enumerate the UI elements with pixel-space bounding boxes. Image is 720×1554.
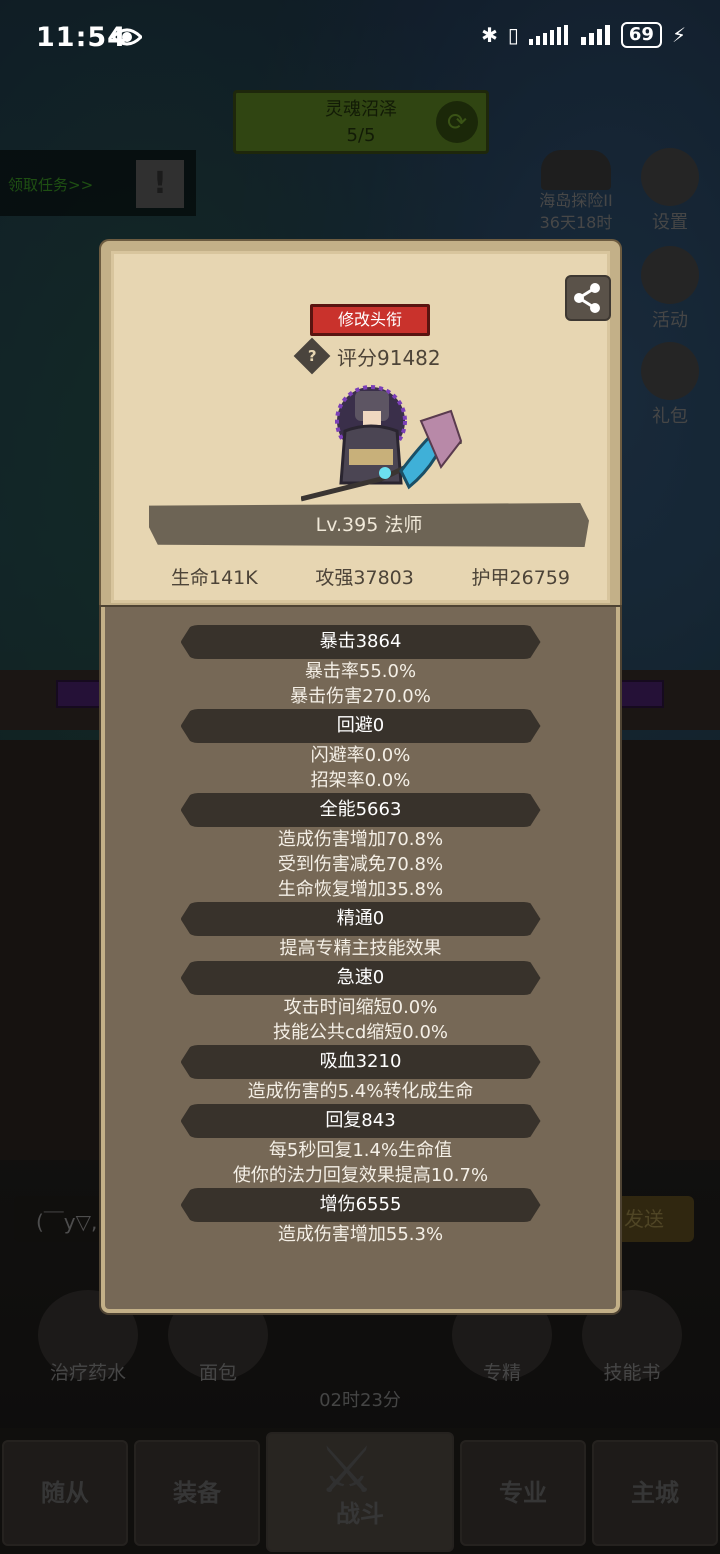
bluetooth-icon: ✱ [481, 23, 498, 47]
help-icon[interactable]: ? [293, 337, 331, 375]
attribute-title: 暴击3864 [180, 625, 541, 659]
attack-stat: 攻强37803 [315, 567, 414, 589]
score: 评分91482 [337, 345, 441, 370]
level-class: Lv.395 法师 [149, 503, 589, 547]
score-row: ? 评分91482 [293, 337, 441, 375]
hp-stat: 生命141K [171, 567, 258, 589]
attribute-detail: 技能公共cd缩短0.0% [272, 1022, 449, 1043]
charging-icon: ⚡ [671, 23, 686, 47]
status-bar: 11:54 ✱ ▯ 69 ⚡ [0, 0, 720, 74]
attribute-title: 吸血3210 [180, 1045, 541, 1079]
attribute-title: 增伤6555 [180, 1188, 541, 1222]
rename-title-button[interactable]: 修改头衔 [310, 304, 430, 336]
attribute-detail: 闪避率0.0% [310, 745, 411, 766]
attribute-title: 回避0 [180, 709, 541, 743]
attribute-detail: 招架率0.0% [310, 770, 411, 791]
character-card: 修改头衔 ? 评分91482 Lv.395 法师 生命141K 攻强37803 … [101, 241, 620, 613]
core-stats: 生命141K 攻强37803 护甲26759 [131, 563, 610, 590]
attribute-title: 精通0 [180, 902, 541, 936]
attribute-detail: 攻击时间缩短0.0% [283, 997, 438, 1018]
attribute-detail: 使你的法力回复效果提高10.7% [232, 1165, 489, 1186]
attribute-title: 全能5663 [180, 793, 541, 827]
attribute-detail: 暴击率55.0% [304, 661, 417, 682]
attribute-detail: 暴击伤害270.0% [290, 686, 431, 707]
attribute-detail: 生命恢复增加35.8% [277, 879, 444, 900]
attribute-list: 暴击3864 暴击率55.0% 暴击伤害270.0% 回避0 闪避率0.0% 招… [101, 625, 620, 1247]
attribute-detail: 受到伤害减免70.8% [277, 854, 444, 875]
signal-icon [528, 25, 568, 45]
attribute-detail: 提高专精主技能效果 [279, 938, 442, 959]
vibrate-icon: ▯ [507, 23, 519, 47]
signal-icon-2 [580, 25, 610, 45]
attribute-detail: 每5秒回复1.4%生命值 [268, 1140, 453, 1161]
attribute-detail: 造成伤害的5.4%转化成生命 [247, 1081, 474, 1102]
armor-stat: 护甲26759 [471, 567, 570, 589]
attribute-detail: 造成伤害增加70.8% [277, 829, 444, 850]
character-avatar [301, 385, 463, 502]
attribute-title: 回复843 [180, 1104, 541, 1138]
eye-icon [112, 28, 142, 46]
share-icon [574, 283, 600, 313]
share-button[interactable] [565, 275, 611, 321]
character-stats-modal: 修改头衔 ? 评分91482 Lv.395 法师 生命141K 攻强37803 … [101, 241, 620, 1313]
attribute-title: 急速0 [180, 961, 541, 995]
attribute-detail: 造成伤害增加55.3% [277, 1224, 444, 1245]
battery-indicator: 69 [620, 22, 662, 48]
